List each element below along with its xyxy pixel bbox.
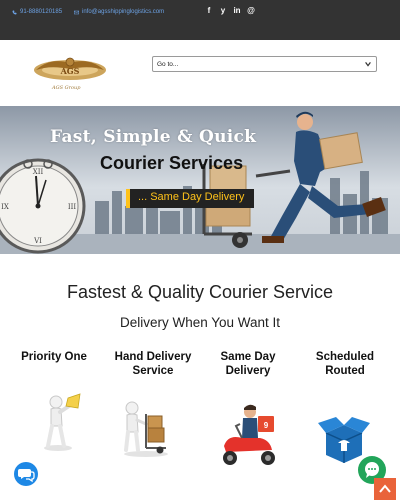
clock-graphic: XII III VI IX: [0, 158, 86, 254]
scroll-to-top-button[interactable]: [374, 478, 396, 500]
svg-text:VI: VI: [33, 237, 42, 245]
phone-contact[interactable]: 91-8880120185: [12, 9, 62, 15]
social-links: f y in @: [205, 5, 255, 17]
section-subline: Delivery When You Want It: [119, 315, 281, 330]
goto-select[interactable]: Go to...: [152, 56, 377, 72]
chevron-down-icon: [365, 62, 371, 67]
svg-text:XII: XII: [33, 168, 44, 176]
service-title-scheduled: Scheduled Routed: [315, 351, 375, 377]
site-header: AGS AGS Group Go to...: [0, 40, 400, 106]
chevron-up-icon: [379, 484, 391, 493]
facebook-icon[interactable]: f: [205, 5, 213, 17]
service-title-same-day: Same Day Delivery: [220, 351, 276, 377]
svg-text:III: III: [68, 203, 77, 211]
svg-text:IX: IX: [1, 203, 9, 211]
top-bar: 91-8880120185 info@agsshippinglogistics.…: [0, 0, 400, 40]
hand-delivery-image: [124, 401, 168, 457]
priority-one-image: [44, 393, 81, 451]
globe-icon[interactable]: @: [247, 5, 255, 17]
same-day-badge: ... Same Day Delivery: [126, 189, 254, 208]
service-title-hand-delivery: Hand Delivery Service: [114, 351, 192, 377]
phone-icon: [12, 10, 17, 14]
section-headline: Fastest & Quality Courier Service: [66, 282, 334, 302]
svg-text:9: 9: [264, 421, 269, 430]
envelope-icon: [74, 10, 79, 14]
service-title-priority-one: Priority One: [21, 351, 87, 363]
logo-text: AGS Group: [52, 85, 81, 91]
goto-select-value: Go to...: [157, 61, 179, 68]
hero-title-line1: Fast, Simple & Quick: [50, 127, 257, 147]
phone-number[interactable]: 91-8880120185: [20, 9, 62, 15]
email-address[interactable]: info@agsshippinglogistics.com: [82, 9, 164, 15]
hero-title-line2: Courier Services: [100, 153, 244, 173]
chat-bubbles-icon: [18, 469, 35, 483]
svg-text:AGS: AGS: [60, 66, 80, 76]
hero-banner: XII III VI IX Fast, Simple & Quick Couri…: [0, 106, 400, 254]
twitter-icon[interactable]: y: [219, 5, 227, 17]
linkedin-icon[interactable]: in: [233, 5, 241, 17]
email-contact[interactable]: info@agsshippinglogistics.com: [74, 9, 164, 15]
same-day-delivery-image: 9: [223, 404, 275, 465]
same-day-badge-text: ... Same Day Delivery: [138, 191, 245, 203]
chat-button[interactable]: [14, 462, 38, 486]
